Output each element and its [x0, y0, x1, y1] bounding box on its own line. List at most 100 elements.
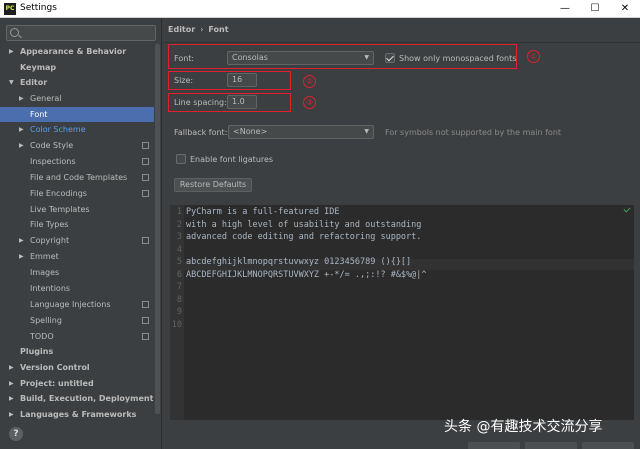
breadcrumb-font: Font: [208, 25, 229, 34]
size-label: Size:: [174, 76, 194, 85]
project-scope-icon: [142, 190, 149, 197]
font-preview-editor[interactable]: 1 PyCharm is a full-featured IDE 2 with a h…: [170, 205, 634, 420]
sidebar-item-label: Live Templates: [30, 205, 90, 214]
ok-button[interactable]: [468, 442, 520, 449]
project-scope-icon: [142, 317, 149, 324]
chevron-right-icon[interactable]: ▶: [9, 44, 14, 59]
ligatures-checkbox[interactable]: [176, 154, 186, 164]
sidebar-item-images[interactable]: Images: [0, 265, 154, 280]
chevron-right-icon[interactable]: ▶: [9, 407, 14, 422]
sidebar-item-label: TODO: [30, 332, 54, 341]
sidebar-item-label: Spelling: [30, 316, 62, 325]
monospaced-label[interactable]: Show only monospaced fonts: [399, 54, 516, 63]
chevron-right-icon[interactable]: ▶: [9, 391, 14, 406]
project-scope-icon: [142, 158, 149, 165]
sidebar-item-plugins[interactable]: Plugins: [0, 344, 154, 359]
line-number: 10: [171, 319, 182, 330]
sidebar-item-languages-frameworks[interactable]: ▶ Languages & Frameworks: [0, 407, 154, 422]
sidebar-item-file-types[interactable]: File Types: [0, 217, 154, 232]
sidebar-item-copyright[interactable]: ▶ Copyright: [0, 233, 154, 248]
sidebar-item-label: Copyright: [30, 236, 70, 245]
sidebar-item-general[interactable]: ▶ General: [0, 91, 154, 106]
line-number: 1: [176, 207, 182, 217]
sidebar-item-intentions[interactable]: Intentions: [0, 281, 154, 296]
chevron-right-icon[interactable]: ▶: [19, 138, 24, 153]
line-number: 5: [176, 257, 182, 267]
sidebar-item-color-scheme[interactable]: ▶ Color Scheme: [0, 122, 154, 137]
sidebar-item-project-untitled[interactable]: ▶ Project: untitled: [0, 376, 154, 391]
sidebar-item-label: Code Style: [30, 141, 74, 150]
project-scope-icon: [142, 301, 149, 308]
monospaced-checkbox[interactable]: [385, 53, 395, 63]
chevron-right-icon[interactable]: ▶: [19, 249, 24, 264]
sidebar-item-emmet[interactable]: ▶ Emmet: [0, 249, 154, 264]
sidebar-item-label: Plugins: [20, 347, 54, 356]
sidebar-item-appearance-behavior[interactable]: ▶ Appearance & Behavior: [0, 44, 154, 59]
line-spacing-label: Line spacing:: [174, 98, 227, 107]
chevron-right-icon[interactable]: ▶: [19, 91, 24, 106]
annotation-1: ①: [527, 50, 540, 63]
ligatures-label[interactable]: Enable font ligatures: [190, 155, 273, 164]
sidebar-item-label: Build, Execution, Deployment: [20, 394, 154, 403]
breadcrumb-editor[interactable]: Editor: [168, 25, 195, 34]
chevron-down-icon[interactable]: ▼: [9, 75, 14, 90]
sidebar-item-label: Editor: [20, 78, 48, 87]
sidebar-item-todo[interactable]: TODO: [0, 329, 154, 344]
chevron-right-icon[interactable]: ▶: [9, 376, 14, 391]
breadcrumb-separator: ›: [200, 25, 204, 34]
project-scope-icon: [142, 333, 149, 340]
sidebar-item-label: Color Scheme: [30, 125, 86, 134]
sidebar-item-label: Version Control: [20, 363, 90, 372]
minimize-button[interactable]: —: [550, 0, 580, 18]
sidebar-item-editor[interactable]: ▼ Editor: [0, 75, 154, 90]
preview-line: PyCharm is a full-featured IDE: [186, 207, 340, 217]
sidebar-item-label: Keymap: [20, 63, 57, 72]
sidebar-item-label: Intentions: [30, 284, 71, 293]
sidebar-item-language-injections[interactable]: Language Injections: [0, 297, 154, 312]
sidebar-item-font[interactable]: Font: [0, 107, 154, 122]
sidebar-item-spelling[interactable]: Spelling: [0, 313, 154, 328]
chevron-right-icon[interactable]: ▶: [19, 122, 24, 137]
check-icon: [623, 205, 631, 213]
close-button[interactable]: ✕: [610, 0, 640, 18]
restore-defaults-button[interactable]: Restore Defaults: [174, 178, 252, 192]
sidebar-item-inspections[interactable]: Inspections: [0, 154, 154, 169]
line-number: 8: [176, 294, 182, 305]
sidebar-item-build-execution-deployment[interactable]: ▶ Build, Execution, Deployment: [0, 391, 154, 406]
line-number: 6: [176, 269, 182, 280]
cancel-button[interactable]: [525, 442, 577, 449]
chevron-right-icon[interactable]: ▶: [19, 233, 24, 248]
sidebar-item-label: Inspections: [30, 157, 76, 166]
search-icon: [10, 28, 19, 37]
sidebar-item-label: Emmet: [30, 252, 59, 261]
sidebar-item-code-style[interactable]: ▶ Code Style: [0, 138, 154, 153]
help-button[interactable]: ?: [9, 427, 23, 441]
maximize-button[interactable]: ☐: [580, 0, 610, 18]
fallback-font-combo[interactable]: <None> ▼: [228, 125, 374, 139]
sidebar-item-file-and-code-templates[interactable]: File and Code Templates: [0, 170, 154, 185]
search-input[interactable]: [23, 27, 153, 39]
sidebar-item-live-templates[interactable]: Live Templates: [0, 202, 154, 217]
line-spacing-input[interactable]: 1.0: [227, 95, 257, 109]
sidebar-item-label: File Encodings: [30, 189, 87, 198]
fallback-font-hint: For symbols not supported by the main fo…: [385, 128, 562, 137]
sidebar-item-version-control[interactable]: ▶ Version Control: [0, 360, 154, 375]
fallback-font-label: Fallback font:: [174, 128, 228, 137]
title-bar: PC Settings — ☐ ✕: [0, 0, 640, 18]
preview-line: ABCDEFGHIJKLMNOPQRSTUVWXYZ +-*/= .,;:!? …: [186, 269, 427, 280]
sidebar-item-label: Appearance & Behavior: [20, 47, 127, 56]
sidebar-item-file-encodings[interactable]: File Encodings: [0, 186, 154, 201]
line-number: 9: [176, 307, 182, 317]
preview-line: advanced code editing and refactoring su…: [186, 232, 422, 242]
preview-line: with a high level of usability and outst…: [186, 219, 422, 230]
sidebar-scrollbar[interactable]: [155, 44, 160, 414]
settings-search[interactable]: [6, 25, 156, 41]
chevron-down-icon: ▼: [364, 128, 369, 135]
chevron-right-icon[interactable]: ▶: [9, 360, 14, 375]
size-input[interactable]: 16: [227, 73, 257, 87]
fallback-font-value: <None>: [233, 127, 268, 136]
font-value: Consolas: [232, 53, 268, 62]
font-combo[interactable]: Consolas ▼: [227, 51, 374, 65]
apply-button[interactable]: [582, 442, 634, 449]
sidebar-item-keymap[interactable]: Keymap: [0, 60, 154, 75]
